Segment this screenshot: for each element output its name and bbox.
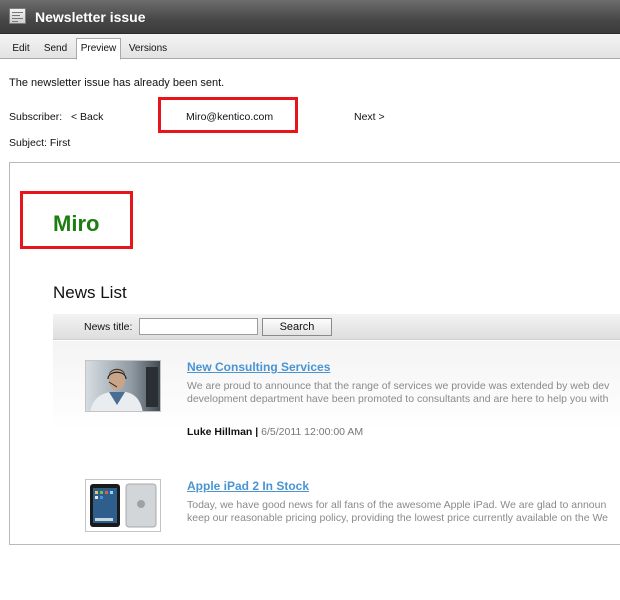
article-summary-line: Today, we have good news for all fans of… <box>187 499 607 511</box>
back-link[interactable]: < Back <box>71 111 103 123</box>
tab-send[interactable]: Send <box>39 39 72 59</box>
article-summary-line: We are proud to announce that the range … <box>187 380 610 392</box>
news-title-input[interactable] <box>139 318 258 335</box>
search-button[interactable]: Search <box>262 318 332 336</box>
ipad-photo-icon <box>85 479 161 532</box>
article-title-link[interactable]: Apple iPad 2 In Stock <box>187 479 309 493</box>
greeting-name: Miro <box>53 211 100 236</box>
window-titlebar: Newsletter issue <box>0 0 620 34</box>
list-item: New Consulting Services We are proud to … <box>53 360 620 450</box>
subscriber-label: Subscriber: <box>9 111 63 123</box>
article-summary-line: keep our reasonable pricing policy, prov… <box>187 512 609 524</box>
article-summary: We are proud to announce that the range … <box>187 380 620 406</box>
news-list-heading: News List <box>53 283 127 302</box>
list-item: Apple iPad 2 In Stock Today, we have goo… <box>53 479 620 544</box>
article-summary-line: development department have been promote… <box>187 393 609 405</box>
newsletter-icon <box>9 8 26 24</box>
article-title-link[interactable]: New Consulting Services <box>187 360 330 374</box>
next-link[interactable]: Next > <box>354 111 385 123</box>
article-author: Luke Hillman <box>187 426 253 438</box>
newsletter-preview: Miro News List News title: Search New Co… <box>9 162 620 545</box>
tab-preview[interactable]: Preview <box>76 38 121 60</box>
article-date: 6/5/2011 12:00:00 AM <box>261 426 364 438</box>
tab-bar: Edit Send Preview Versions <box>0 34 620 60</box>
article-meta: Luke Hillman | 6/5/2011 12:00:00 AM <box>187 426 363 438</box>
consultant-photo-icon <box>85 360 161 412</box>
tab-versions[interactable]: Versions <box>124 39 172 59</box>
subscriber-email: Miro@kentico.com <box>186 111 274 123</box>
window-title: Newsletter issue <box>35 9 146 25</box>
tab-edit[interactable]: Edit <box>5 39 37 59</box>
news-search-bar: News title: Search <box>53 314 620 340</box>
news-title-label: News title: <box>84 321 133 333</box>
status-message: The newsletter issue has already been se… <box>9 77 225 89</box>
article-summary: Today, we have good news for all fans of… <box>187 499 620 525</box>
subject-line: Subject: First <box>9 137 71 149</box>
meta-separator: | <box>252 426 262 438</box>
